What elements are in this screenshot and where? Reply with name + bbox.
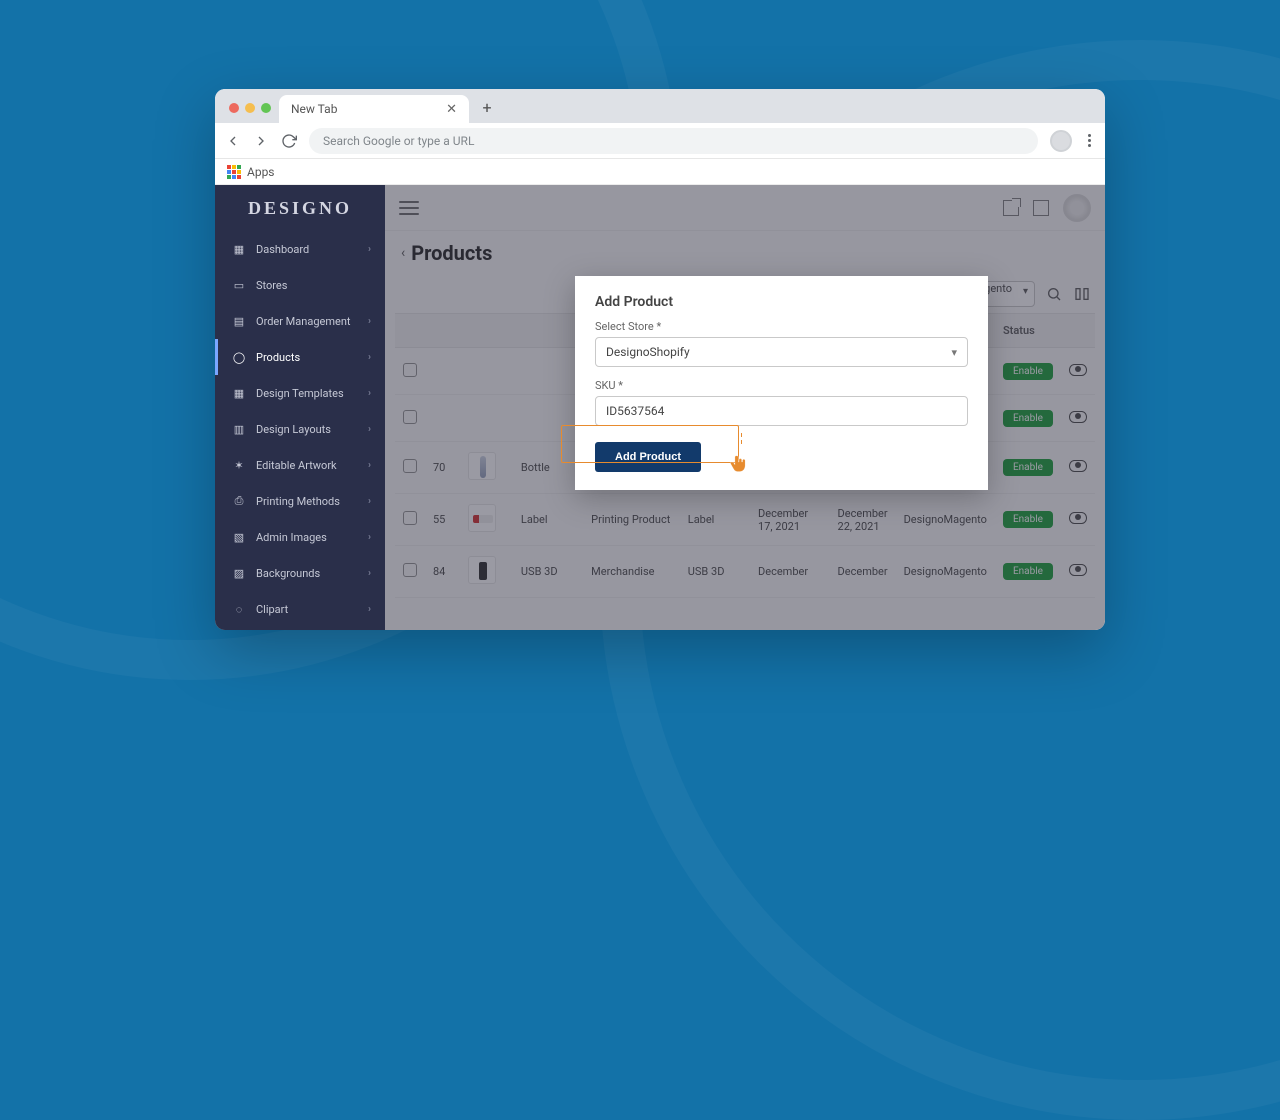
- button-label: Add Product: [615, 451, 681, 463]
- apps-grid-icon[interactable]: [227, 165, 241, 179]
- chevron-right-icon: ›: [368, 244, 371, 255]
- sidebar-item-label: Clipart: [256, 603, 288, 616]
- sku-field-label: SKU *: [595, 379, 968, 392]
- sidebar-item-label: Order Management: [256, 315, 351, 328]
- chevron-right-icon: ›: [368, 568, 371, 579]
- sidebar-item-orders[interactable]: ▤ Order Management ›: [215, 303, 385, 339]
- browser-window: New Tab ✕ + Search Google or type a URL …: [215, 89, 1105, 630]
- chevron-right-icon: ›: [368, 532, 371, 543]
- add-product-button[interactable]: Add Product: [595, 442, 701, 472]
- sidebar-item-label: Products: [256, 351, 300, 364]
- tab-title: New Tab: [291, 102, 337, 116]
- chevron-right-icon: ›: [368, 604, 371, 615]
- new-tab-button[interactable]: +: [477, 97, 497, 117]
- template-icon: ▦: [232, 386, 246, 400]
- sidebar-item-stores[interactable]: ▭ Stores: [215, 267, 385, 303]
- browser-tab[interactable]: New Tab ✕: [279, 95, 469, 123]
- sidebar-item-label: Design Templates: [256, 387, 344, 400]
- sidebar-item-label: Dashboard: [256, 243, 309, 256]
- browser-menu-icon[interactable]: [1084, 134, 1095, 147]
- browser-toolbar: Search Google or type a URL: [215, 123, 1105, 159]
- sidebar-item-label: Design Layouts: [256, 423, 331, 436]
- sidebar-item-printing[interactable]: ⎙ Printing Methods ›: [215, 483, 385, 519]
- sidebar-nav: ▦ Dashboard › ▭ Stores ▤ Order Management ›…: [215, 231, 385, 630]
- sidebar-item-templates[interactable]: ▦ Design Templates ›: [215, 375, 385, 411]
- chevron-right-icon: ›: [368, 352, 371, 363]
- sidebar-item-layouts[interactable]: ▥ Design Layouts ›: [215, 411, 385, 447]
- layout-icon: ▥: [232, 422, 246, 436]
- chevron-right-icon: ›: [368, 496, 371, 507]
- browser-tabstrip: New Tab ✕ +: [215, 89, 1105, 123]
- app-sidebar: DESIGNO ▦ Dashboard › ▭ Stores ▤ Order Mana…: [215, 185, 385, 630]
- sku-input-value: ID5637564: [606, 404, 664, 418]
- close-window-icon[interactable]: [229, 103, 239, 113]
- close-tab-icon[interactable]: ✕: [446, 102, 457, 117]
- chevron-right-icon: ›: [368, 460, 371, 471]
- circle-icon: ◯: [232, 350, 246, 364]
- sidebar-item-label: Backgrounds: [256, 567, 320, 580]
- bookmarks-bar: Apps: [215, 159, 1105, 185]
- omnibox-placeholder: Search Google or type a URL: [323, 134, 474, 148]
- profile-avatar[interactable]: [1050, 130, 1072, 152]
- chevron-right-icon: ›: [368, 424, 371, 435]
- sidebar-item-backgrounds[interactable]: ▨ Backgrounds ›: [215, 555, 385, 591]
- web-app: DESIGNO ▦ Dashboard › ▭ Stores ▤ Order Mana…: [215, 185, 1105, 630]
- add-product-modal: Add Product Select Store * DesignoShopif…: [575, 276, 988, 490]
- sidebar-item-artwork[interactable]: ✶ Editable Artwork ›: [215, 447, 385, 483]
- main-content: ‹ Products DesignoMagento: [385, 185, 1105, 630]
- artwork-icon: ✶: [232, 458, 246, 472]
- apps-bookmark[interactable]: Apps: [247, 165, 275, 179]
- store-select-value: DesignoShopify: [606, 345, 690, 359]
- store-icon: ▭: [232, 278, 246, 292]
- minimize-window-icon[interactable]: [245, 103, 255, 113]
- printer-icon: ⎙: [232, 494, 246, 508]
- store-field-label: Select Store *: [595, 320, 968, 333]
- reload-icon[interactable]: [281, 133, 297, 149]
- sku-input[interactable]: ID5637564: [595, 396, 968, 426]
- image-icon: ▧: [232, 530, 246, 544]
- chevron-right-icon: ›: [368, 388, 371, 399]
- sidebar-item-products[interactable]: ◯ Products ›: [215, 339, 385, 375]
- sidebar-item-label: Stores: [256, 279, 287, 292]
- forward-icon[interactable]: [253, 133, 269, 149]
- app-logo: DESIGNO: [215, 185, 385, 231]
- backgrounds-icon: ▨: [232, 566, 246, 580]
- back-icon[interactable]: [225, 133, 241, 149]
- sidebar-item-label: Editable Artwork: [256, 459, 337, 472]
- sidebar-item-label: Printing Methods: [256, 495, 340, 508]
- sidebar-item-dashboard[interactable]: ▦ Dashboard ›: [215, 231, 385, 267]
- store-select[interactable]: DesignoShopify: [595, 337, 968, 367]
- sidebar-item-clipart[interactable]: ◌ Clipart ›: [215, 591, 385, 627]
- window-controls[interactable]: [229, 103, 271, 113]
- clipart-icon: ◌: [232, 602, 246, 616]
- modal-title: Add Product: [595, 294, 968, 310]
- address-bar[interactable]: Search Google or type a URL: [309, 128, 1038, 154]
- maximize-window-icon[interactable]: [261, 103, 271, 113]
- dashboard-icon: ▦: [232, 242, 246, 256]
- chevron-right-icon: ›: [368, 316, 371, 327]
- sidebar-item-label: Admin Images: [256, 531, 327, 544]
- sidebar-item-admin-images[interactable]: ▧ Admin Images ›: [215, 519, 385, 555]
- card-icon: ▤: [232, 314, 246, 328]
